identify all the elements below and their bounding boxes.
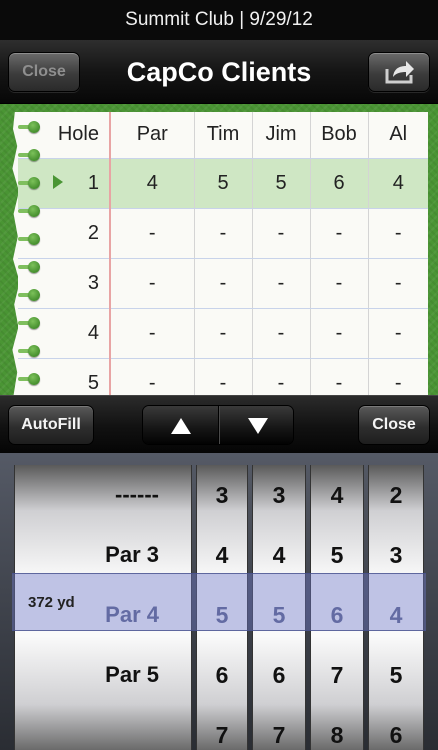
picker-option: 2 <box>389 482 403 508</box>
next-hole-button[interactable] <box>219 406 293 444</box>
picker-option: Par 5 <box>105 662 159 687</box>
spiral-ring-icon <box>18 373 44 386</box>
score-cell[interactable]: - <box>368 358 428 395</box>
score-cell[interactable]: 5 <box>194 158 253 209</box>
picker-option: 7 <box>330 662 344 688</box>
score-cell[interactable]: - <box>194 358 253 395</box>
picker-option: 5 <box>389 662 403 688</box>
previous-hole-button[interactable] <box>143 406 219 444</box>
score-cell[interactable]: 4 <box>368 158 428 209</box>
spiral-ring-icon <box>18 289 44 302</box>
close-picker-button[interactable]: Close <box>358 405 430 445</box>
scorecard-paper: Hole Par Tim Jim Bob Al 1 4 5 5 6 4 2 - … <box>18 112 428 395</box>
score-cell[interactable]: - <box>310 258 369 309</box>
score-cell[interactable]: - <box>310 358 369 395</box>
score-cell[interactable]: - <box>252 308 311 359</box>
header-player: Al <box>368 112 428 159</box>
down-arrow-icon <box>248 418 268 434</box>
nav-bar: Close CapCo Clients <box>0 40 438 104</box>
hole-yardage: 372 yd <box>28 594 75 611</box>
picker-option: 7 <box>215 722 229 748</box>
picker-option: 3 <box>272 482 286 508</box>
picker-option: 6 <box>215 662 229 688</box>
score-cell[interactable]: 6 <box>310 158 369 209</box>
par-cell[interactable]: - <box>110 358 195 395</box>
picker-option: 6 <box>272 662 286 688</box>
score-cell[interactable]: - <box>252 358 311 395</box>
score-cell[interactable]: - <box>368 308 428 359</box>
spiral-ring-icon <box>18 317 44 330</box>
spiral-ring-icon <box>18 205 44 218</box>
autofill-button[interactable]: AutoFill <box>8 405 94 445</box>
table-row[interactable]: 5 - - - - - <box>18 358 428 395</box>
share-icon <box>385 61 414 84</box>
status-text: Summit Club | 9/29/12 <box>125 9 313 30</box>
score-cell[interactable]: - <box>252 208 311 259</box>
scorecard-table: Hole Par Tim Jim Bob Al 1 4 5 5 6 4 2 - … <box>18 112 428 395</box>
score-cell[interactable]: 5 <box>252 158 311 209</box>
scorecard-board: Hole Par Tim Jim Bob Al 1 4 5 5 6 4 2 - … <box>0 104 438 395</box>
score-cell[interactable]: - <box>252 258 311 309</box>
score-cell[interactable]: - <box>368 208 428 259</box>
header-player: Bob <box>310 112 369 159</box>
spiral-ring-icon <box>18 261 44 274</box>
table-row[interactable]: 1 4 5 5 6 4 <box>18 158 428 209</box>
picker-option: 6 <box>389 722 403 748</box>
par-cell[interactable]: - <box>110 258 195 309</box>
par-cell[interactable]: 4 <box>110 158 195 209</box>
status-bar: Summit Club | 9/29/12 <box>0 0 438 40</box>
share-button[interactable] <box>368 52 430 92</box>
table-row[interactable]: 4 - - - - - <box>18 308 428 359</box>
toolbar: AutoFill Close <box>0 395 438 453</box>
spiral-ring-icon <box>18 149 44 162</box>
picker-option: 3 <box>215 482 229 508</box>
table-header-row: Hole Par Tim Jim Bob Al <box>18 112 428 159</box>
picker-option: 7 <box>272 722 286 748</box>
header-player: Tim <box>194 112 253 159</box>
spiral-ring-icon <box>18 233 44 246</box>
score-cell[interactable]: - <box>194 308 253 359</box>
score-cell[interactable]: - <box>368 258 428 309</box>
score-cell[interactable]: - <box>194 258 253 309</box>
hole-number: 1 <box>87 171 99 194</box>
spiral-ring-icon <box>18 345 44 358</box>
current-hole-arrow-icon <box>53 174 63 189</box>
par-cell[interactable]: - <box>110 208 195 259</box>
picker-option: 8 <box>330 722 344 748</box>
header-player: Jim <box>252 112 311 159</box>
score-cell[interactable]: - <box>310 208 369 259</box>
table-row[interactable]: 2 - - - - - <box>18 208 428 259</box>
up-arrow-icon <box>171 418 191 434</box>
picker-option: 4 <box>330 482 344 508</box>
spiral-ring-icon <box>18 121 44 134</box>
score-cell[interactable]: - <box>194 208 253 259</box>
hole-navigation-control <box>142 405 294 445</box>
score-cell[interactable]: - <box>310 308 369 359</box>
table-row[interactable]: 3 - - - - - <box>18 258 428 309</box>
par-cell[interactable]: - <box>110 308 195 359</box>
picker-option: ------ <box>115 482 159 507</box>
spiral-ring-icon <box>18 177 44 190</box>
header-par: Par <box>110 112 195 159</box>
